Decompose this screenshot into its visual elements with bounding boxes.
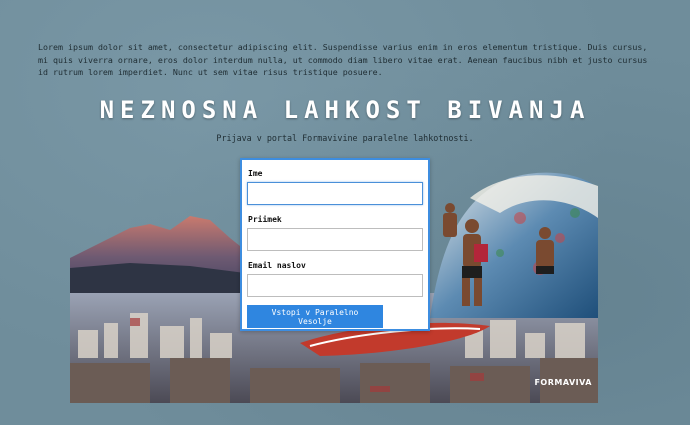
page-title: NEZNOSNA LAHKOST BIVANJA xyxy=(99,96,591,124)
signup-form: Ime Priimek Email naslov Vstopi v Parale… xyxy=(240,158,430,331)
page-subtitle: Prijava v portal Formavivine paralelne l… xyxy=(216,133,474,143)
intro-paragraph: Lorem ipsum dolor sit amet, consectetur … xyxy=(38,42,648,77)
email-label: Email naslov xyxy=(248,261,306,270)
first-name-label: Ime xyxy=(248,169,263,178)
email-field[interactable] xyxy=(247,274,423,297)
last-name-field[interactable] xyxy=(247,228,423,251)
last-name-label: Priimek xyxy=(248,215,282,224)
first-name-field[interactable] xyxy=(247,182,423,205)
brand-logo: FORMAVIVA xyxy=(534,378,592,387)
submit-button[interactable]: Vstopi v Paralelno Vesolje xyxy=(247,305,383,328)
